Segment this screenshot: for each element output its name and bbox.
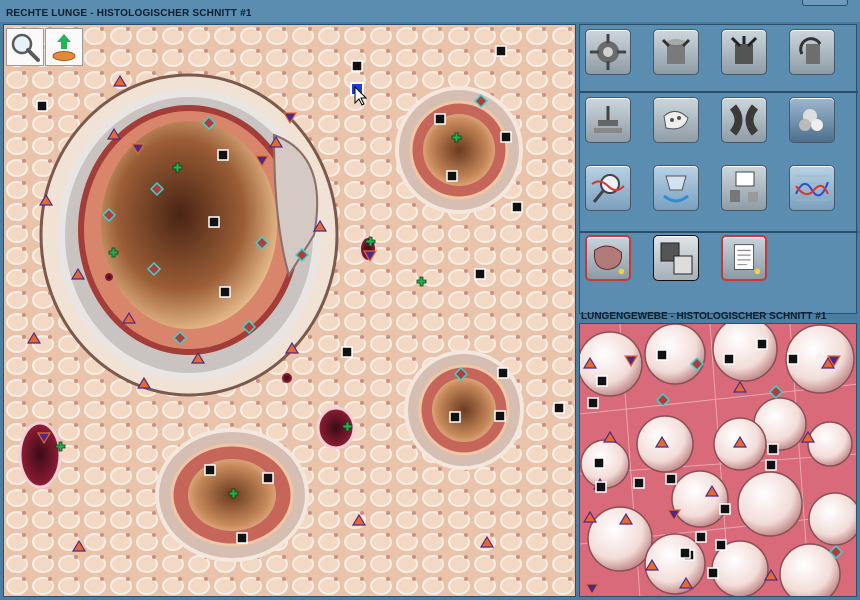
open-cylinder-icon: [730, 36, 758, 64]
magnify-graph-icon: [591, 174, 625, 203]
histology-image: [4, 25, 575, 596]
magnifier-icon: [11, 33, 40, 62]
window-title: RECHTE LUNGE - HISTOLOGISCHER SCHNITT #1: [6, 8, 252, 19]
button-cells[interactable]: [789, 97, 835, 143]
cells-icon: [799, 109, 823, 131]
button-x-shape[interactable]: [721, 97, 767, 143]
cylinder-icon: [661, 38, 691, 64]
button-specimen[interactable]: [585, 235, 631, 281]
window-switch-icon: [660, 242, 693, 275]
alveolar-tissue-view[interactable]: [579, 323, 857, 597]
cylinder-cycle-icon: [663, 175, 689, 203]
reset-view-button[interactable]: [45, 28, 83, 66]
title-bar: RECHTE LUNGE - HISTOLOGISCHER SCHNITT #1: [0, 0, 860, 22]
zoom-tool-button[interactable]: [6, 28, 44, 66]
blood-vessel: [282, 373, 292, 383]
crosshair-target-icon: [590, 34, 626, 70]
button-magnify-graph[interactable]: [585, 165, 631, 211]
reset-view-icon: [52, 34, 76, 61]
specimen-icon: [593, 245, 625, 275]
button-rotate[interactable]: [789, 29, 835, 75]
sub-view-title: LUNGENGEWEBE - HISTOLOGISCHER SCHNITT #1: [581, 311, 827, 322]
button-cylinder-open[interactable]: [721, 29, 767, 75]
button-microscope[interactable]: [585, 97, 631, 143]
button-target[interactable]: [585, 29, 631, 75]
tissue-sample-icon: [663, 111, 689, 130]
main-histology-view[interactable]: [3, 24, 576, 597]
panel-divider: [580, 231, 858, 233]
button-cylinder[interactable]: [653, 29, 699, 75]
button-slide-transfer[interactable]: [721, 165, 767, 211]
documents-icon: [733, 244, 761, 275]
graph-icon: [795, 175, 829, 201]
slide-transfer-icon: [730, 171, 758, 202]
x-shape-icon: [729, 104, 759, 136]
blood-vessel: [105, 273, 113, 281]
window-menu-button[interactable]: [802, 0, 848, 6]
button-tissue[interactable]: [653, 97, 699, 143]
tool-panel: [579, 24, 858, 314]
button-graph[interactable]: [789, 165, 835, 211]
alveolar-image: [580, 324, 856, 596]
microscope-icon: [594, 106, 622, 133]
button-window-switch[interactable]: [653, 235, 699, 281]
bronchiole-top-right: [395, 86, 523, 214]
panel-divider: [580, 91, 858, 93]
rotate-object-icon: [799, 37, 822, 64]
button-cylinder-cycle[interactable]: [653, 165, 699, 211]
button-documents[interactable]: [721, 235, 767, 281]
